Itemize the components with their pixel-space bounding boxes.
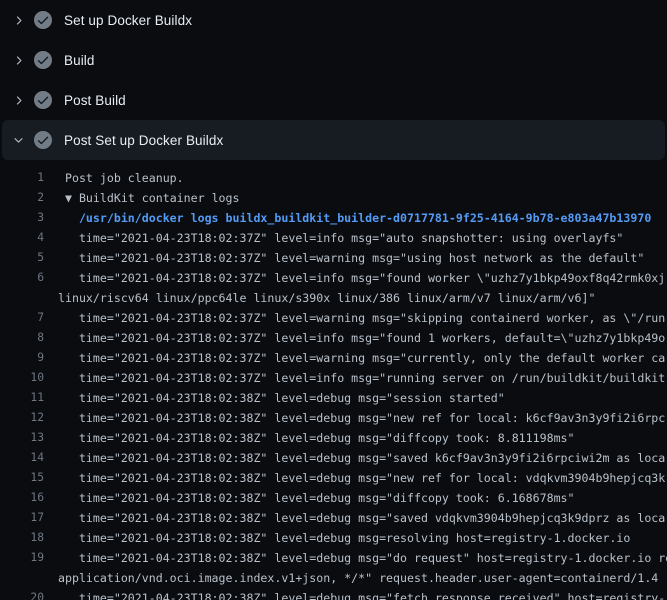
log-line: 20 time="2021-04-23T18:02:38Z" level=deb… [0, 588, 667, 600]
log-line-text: time="2021-04-23T18:02:37Z" level=warnin… [58, 348, 665, 368]
log-line: 3 /usr/bin/docker logs buildx_buildkit_b… [0, 208, 667, 228]
log-line-text: Post job cleanup. [58, 168, 184, 188]
log-line: 7 time="2021-04-23T18:02:37Z" level=warn… [0, 308, 667, 328]
line-number[interactable]: 4 [0, 228, 44, 248]
log-group-label: BuildKit container logs [79, 191, 240, 205]
line-number [0, 288, 44, 308]
log-line-text: time="2021-04-23T18:02:37Z" level=warnin… [58, 248, 644, 268]
log-line: 8 time="2021-04-23T18:02:37Z" level=info… [0, 328, 667, 348]
log-command-text: /usr/bin/docker logs buildx_buildkit_bui… [58, 208, 651, 228]
log-line: 18 time="2021-04-23T18:02:38Z" level=deb… [0, 528, 667, 548]
log-line-text: time="2021-04-23T18:02:37Z" level=info m… [58, 368, 665, 388]
log-line-text: ▼ BuildKit container logs [58, 188, 240, 208]
log-line-wrap: linux/riscv64 linux/ppc64le linux/s390x … [0, 288, 667, 308]
log-line: 17 time="2021-04-23T18:02:38Z" level=deb… [0, 508, 667, 528]
check-circle-icon [34, 11, 52, 29]
step-row-set-up-docker-buildx[interactable]: Set up Docker Buildx [0, 0, 667, 40]
log-line: 11 time="2021-04-23T18:02:38Z" level=deb… [0, 388, 667, 408]
log-line: 2 ▼ BuildKit container logs [0, 188, 667, 208]
line-number[interactable]: 7 [0, 308, 44, 328]
log-line-text: time="2021-04-23T18:02:37Z" level=info m… [58, 268, 665, 288]
log-line: 16 time="2021-04-23T18:02:38Z" level=deb… [0, 488, 667, 508]
log-line-text: time="2021-04-23T18:02:38Z" level=debug … [58, 528, 630, 548]
log-line: 1 Post job cleanup. [0, 168, 667, 188]
check-circle-icon [34, 91, 52, 109]
line-number[interactable]: 11 [0, 388, 44, 408]
log-line-text: time="2021-04-23T18:02:38Z" level=debug … [58, 548, 667, 568]
line-number[interactable]: 2 [0, 188, 44, 208]
log-line: 10 time="2021-04-23T18:02:37Z" level=inf… [0, 368, 667, 388]
steps-list: Set up Docker Buildx Build Post Build Post … [0, 0, 667, 160]
check-circle-icon [34, 51, 52, 69]
log-line: 13 time="2021-04-23T18:02:38Z" level=deb… [0, 428, 667, 448]
chevron-down-icon [10, 132, 26, 148]
line-number[interactable]: 6 [0, 268, 44, 288]
step-name: Post Build [64, 93, 126, 108]
step-name: Build [64, 53, 95, 68]
log-line: 12 time="2021-04-23T18:02:38Z" level=deb… [0, 408, 667, 428]
log-line-wrap: application/vnd.oci.image.index.v1+json,… [0, 568, 667, 588]
line-number[interactable]: 20 [0, 588, 44, 600]
log-line-text: time="2021-04-23T18:02:37Z" level=info m… [58, 328, 665, 348]
log-line-text: application/vnd.oci.image.index.v1+json,… [58, 568, 658, 588]
line-number[interactable]: 13 [0, 428, 44, 448]
line-number[interactable]: 15 [0, 468, 44, 488]
log-line-text: time="2021-04-23T18:02:37Z" level=warnin… [58, 308, 665, 328]
line-number[interactable]: 16 [0, 488, 44, 508]
line-number[interactable]: 10 [0, 368, 44, 388]
line-number[interactable]: 12 [0, 408, 44, 428]
log-line-text: linux/riscv64 linux/ppc64le linux/s390x … [58, 288, 595, 308]
line-number[interactable]: 19 [0, 548, 44, 568]
log-line-text: time="2021-04-23T18:02:38Z" level=debug … [58, 488, 575, 508]
collapse-triangle-icon[interactable]: ▼ [65, 191, 72, 205]
log-line: 6 time="2021-04-23T18:02:37Z" level=info… [0, 268, 667, 288]
step-row-post-set-up-docker-buildx[interactable]: Post Set up Docker Buildx [2, 120, 665, 160]
line-number[interactable]: 9 [0, 348, 44, 368]
actions-log-panel: Set up Docker Buildx Build Post Build Post … [0, 0, 667, 600]
log-line: 5 time="2021-04-23T18:02:37Z" level=warn… [0, 248, 667, 268]
log-line-text: time="2021-04-23T18:02:38Z" level=debug … [58, 428, 575, 448]
line-number[interactable]: 17 [0, 508, 44, 528]
log-line-text: time="2021-04-23T18:02:38Z" level=debug … [58, 468, 665, 488]
log-line-text: time="2021-04-23T18:02:38Z" level=debug … [58, 408, 665, 428]
line-number [0, 568, 44, 588]
check-circle-icon [34, 131, 52, 149]
line-number[interactable]: 5 [0, 248, 44, 268]
log-line-text: time="2021-04-23T18:02:38Z" level=debug … [58, 388, 505, 408]
log-line: 4 time="2021-04-23T18:02:37Z" level=info… [0, 228, 667, 248]
log-line-text: time="2021-04-23T18:02:38Z" level=debug … [58, 448, 665, 468]
line-number[interactable]: 14 [0, 448, 44, 468]
log-viewer[interactable]: 1 Post job cleanup.2 ▼ BuildKit containe… [0, 160, 667, 600]
log-line: 9 time="2021-04-23T18:02:37Z" level=warn… [0, 348, 667, 368]
log-line: 15 time="2021-04-23T18:02:38Z" level=deb… [0, 468, 667, 488]
step-name: Post Set up Docker Buildx [64, 133, 223, 148]
log-line-text: time="2021-04-23T18:02:38Z" level=debug … [58, 588, 665, 600]
log-line-text: time="2021-04-23T18:02:37Z" level=info m… [58, 228, 623, 248]
chevron-right-icon [10, 52, 26, 68]
log-line: 14 time="2021-04-23T18:02:38Z" level=deb… [0, 448, 667, 468]
chevron-right-icon [10, 92, 26, 108]
step-row-post-build[interactable]: Post Build [0, 80, 667, 120]
line-number[interactable]: 3 [0, 208, 44, 228]
log-line: 19 time="2021-04-23T18:02:38Z" level=deb… [0, 548, 667, 568]
line-number[interactable]: 8 [0, 328, 44, 348]
line-number[interactable]: 1 [0, 168, 44, 188]
step-name: Set up Docker Buildx [64, 13, 192, 28]
log-line-text: time="2021-04-23T18:02:38Z" level=debug … [58, 508, 665, 528]
chevron-right-icon [10, 12, 26, 28]
step-row-build[interactable]: Build [0, 40, 667, 80]
line-number[interactable]: 18 [0, 528, 44, 548]
